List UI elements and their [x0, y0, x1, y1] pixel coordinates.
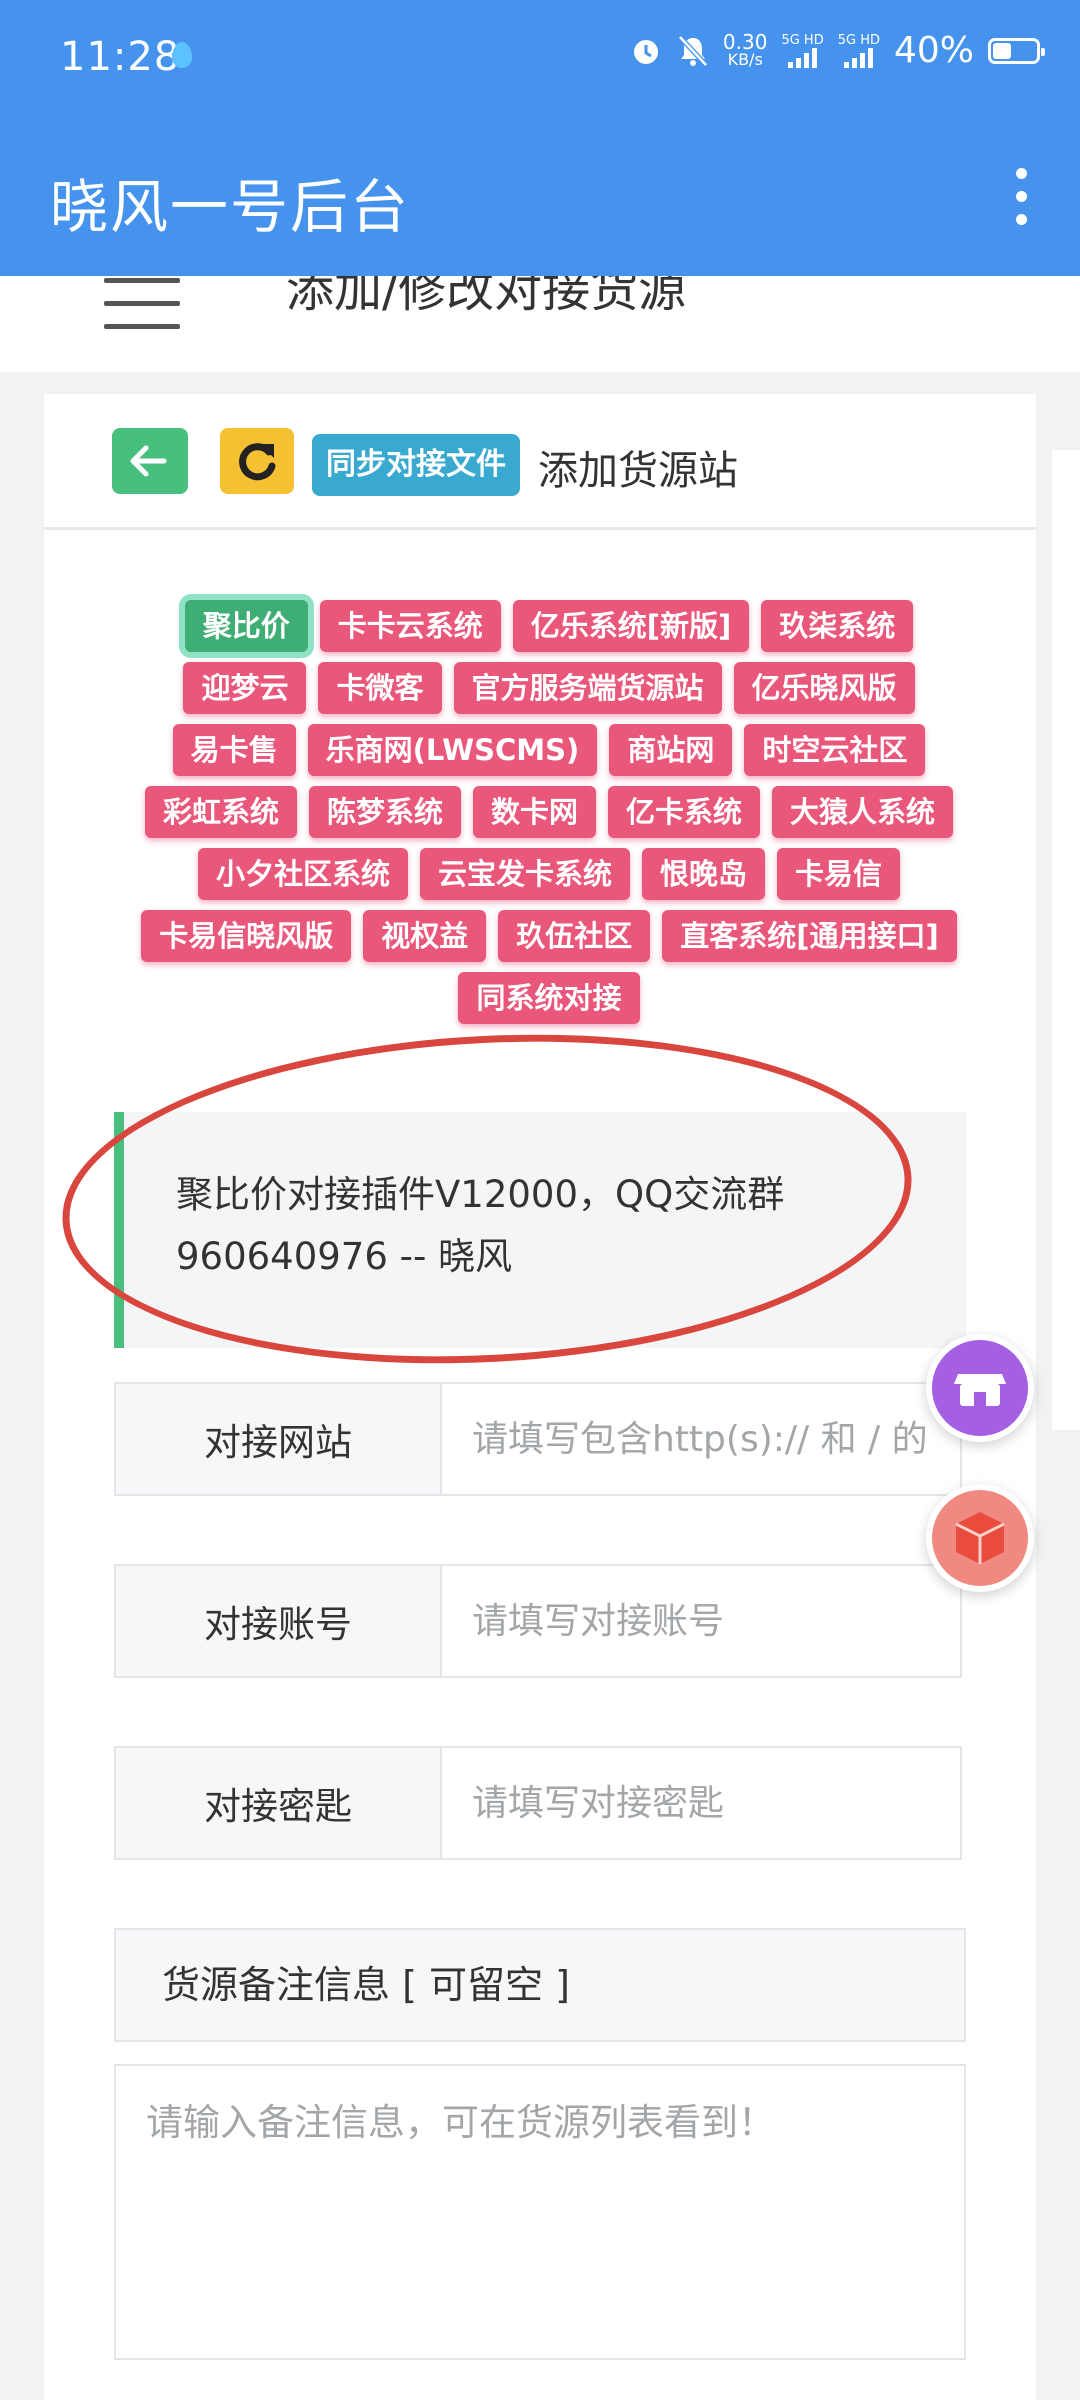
- account-input[interactable]: [442, 1566, 960, 1676]
- key-input[interactable]: [442, 1748, 960, 1858]
- battery-icon: [988, 37, 1045, 64]
- card-heading: 添加货源站: [538, 448, 738, 494]
- source-type-tag[interactable]: 乐商网(LWSCMS): [307, 724, 598, 776]
- source-type-tag[interactable]: 恨晚岛: [642, 848, 766, 900]
- notes-textarea[interactable]: [114, 2064, 966, 2360]
- source-type-tag[interactable]: 玖柒系统: [761, 600, 914, 652]
- more-vertical-icon[interactable]: [1016, 168, 1028, 225]
- net-speed-value: 0.30: [722, 29, 768, 54]
- source-type-tag[interactable]: 数卡网: [472, 786, 596, 838]
- key-label: 对接密匙: [116, 1748, 442, 1858]
- sim2-label: 5G HD: [837, 32, 880, 48]
- menu-icon[interactable]: [104, 278, 180, 347]
- status-icons: 0.30 KB/s 5G HD 5G HD 40%: [629, 29, 1045, 71]
- signal-icon: [788, 47, 818, 68]
- source-type-tag[interactable]: 易卡售: [172, 724, 296, 776]
- site-row: 对接网站: [114, 1382, 962, 1496]
- sync-file-button[interactable]: 同步对接文件: [312, 434, 520, 496]
- page-title: 添加/修改对接货源: [286, 276, 687, 318]
- site-label: 对接网站: [116, 1384, 442, 1494]
- status-time: 11:28: [60, 34, 181, 80]
- source-type-tag[interactable]: 视权益: [363, 910, 487, 962]
- source-type-tag[interactable]: 小夕社区系统: [197, 848, 408, 900]
- source-type-tag[interactable]: 彩虹系统: [144, 786, 297, 838]
- app-title: 晓风一号后台: [50, 173, 411, 241]
- notification-icon: [172, 42, 192, 68]
- page-header: 添加/修改对接货源: [0, 276, 1080, 372]
- source-type-tag[interactable]: 时空云社区: [744, 724, 926, 776]
- box-float-button[interactable]: [926, 1484, 1034, 1592]
- net-speed: 0.30 KB/s: [722, 29, 768, 69]
- sim2-signal: 5G HD: [837, 32, 880, 68]
- source-type-tag[interactable]: 直客系统[通用接口]: [662, 910, 957, 962]
- source-type-tag[interactable]: 卡卡云系统: [319, 600, 501, 652]
- site-input[interactable]: [442, 1384, 960, 1494]
- source-type-tag[interactable]: 大猿人系统: [772, 786, 954, 838]
- source-type-tag[interactable]: 聚比价: [184, 600, 308, 652]
- shop-float-button[interactable]: [926, 1334, 1034, 1442]
- back-button[interactable]: [112, 428, 188, 494]
- source-type-tag[interactable]: 卡易信: [777, 848, 901, 900]
- notice-line2: 960640976 -- 晓风: [176, 1235, 513, 1278]
- mute-icon: [678, 34, 708, 67]
- account-row: 对接账号: [114, 1564, 962, 1678]
- notice-text: 聚比价对接插件V12000，QQ交流群 960640976 -- 晓风: [176, 1164, 876, 1288]
- side-panel-edge: [1052, 450, 1080, 1430]
- source-type-tag[interactable]: 卡易信晓风版: [141, 910, 352, 962]
- refresh-icon: [239, 443, 276, 481]
- refresh-button[interactable]: [220, 428, 294, 494]
- source-type-list: 聚比价 卡卡云系统 亿乐系统[新版] 玖柒系统迎梦云 卡微客 官方服务端货源站 亿乐晓风版易…: [134, 600, 964, 1024]
- shop-icon: [954, 1374, 1006, 1406]
- source-type-tag[interactable]: 官方服务端货源站: [453, 662, 722, 714]
- net-speed-unit: KB/s: [727, 49, 763, 69]
- notice-line1: 聚比价对接插件V12000，QQ交流群: [176, 1173, 785, 1216]
- card-header: 同步对接文件 添加货源站: [44, 394, 1036, 530]
- source-type-tag[interactable]: 亿乐系统[新版]: [512, 600, 750, 652]
- app-bar: 晓风一号后台: [0, 112, 1080, 276]
- signal-icon: [844, 47, 874, 68]
- account-label: 对接账号: [116, 1566, 442, 1676]
- battery-percent: 40%: [893, 30, 974, 71]
- source-type-tag[interactable]: 卡微客: [318, 662, 442, 714]
- source-type-tag[interactable]: 商站网: [609, 724, 733, 776]
- key-row: 对接密匙: [114, 1746, 962, 1860]
- cube-icon: [955, 1512, 1005, 1564]
- status-bar: 11:28 0.30 KB/s 5G HD 5G HD 40%: [0, 0, 1080, 112]
- source-type-tag[interactable]: 玖伍社区: [498, 910, 651, 962]
- sim1-signal: 5G HD: [781, 32, 824, 68]
- source-type-tag[interactable]: 亿卡系统: [608, 786, 761, 838]
- source-type-tag[interactable]: 亿乐晓风版: [733, 662, 915, 714]
- source-type-tag[interactable]: 迎梦云: [183, 662, 307, 714]
- alarm-icon: [633, 39, 658, 64]
- source-type-tag[interactable]: 同系统对接: [458, 972, 640, 1024]
- source-type-tag[interactable]: 陈梦系统: [308, 786, 461, 838]
- source-type-tag[interactable]: 云宝发卡系统: [419, 848, 630, 900]
- arrow-left-icon: [130, 445, 167, 477]
- sim1-label: 5G HD: [781, 32, 824, 48]
- notes-label: 货源备注信息 [ 可留空 ]: [114, 1928, 966, 2042]
- plugin-notice: 聚比价对接插件V12000，QQ交流群 960640976 -- 晓风: [114, 1112, 966, 1348]
